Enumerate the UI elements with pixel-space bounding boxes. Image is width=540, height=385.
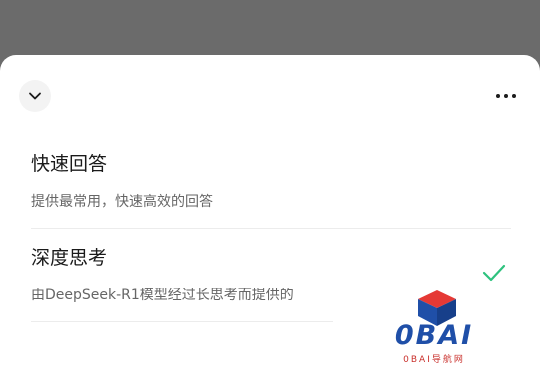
divider	[31, 228, 511, 229]
option-description: 提供最常用，快速高效的回答	[31, 194, 213, 210]
option-description: 由DeepSeek-R1模型经过长思考而提供的	[31, 288, 294, 302]
watermark: 0BAI 0BAI导航网	[384, 286, 494, 366]
divider	[31, 321, 333, 322]
more-dot	[512, 94, 516, 98]
text-fade	[300, 280, 340, 304]
watermark-subtitle: 0BAI导航网	[403, 355, 465, 365]
collapse-button[interactable]	[19, 80, 51, 112]
chevron-down-icon	[29, 92, 41, 100]
more-options-button[interactable]	[492, 85, 520, 107]
watermark-logo-text: 0BAI	[394, 320, 474, 351]
more-horizontal-icon	[496, 94, 500, 98]
more-dot	[504, 94, 508, 98]
option-title: 快速回答	[31, 153, 108, 175]
option-title: 深度思考	[31, 247, 108, 269]
check-icon	[482, 264, 506, 282]
